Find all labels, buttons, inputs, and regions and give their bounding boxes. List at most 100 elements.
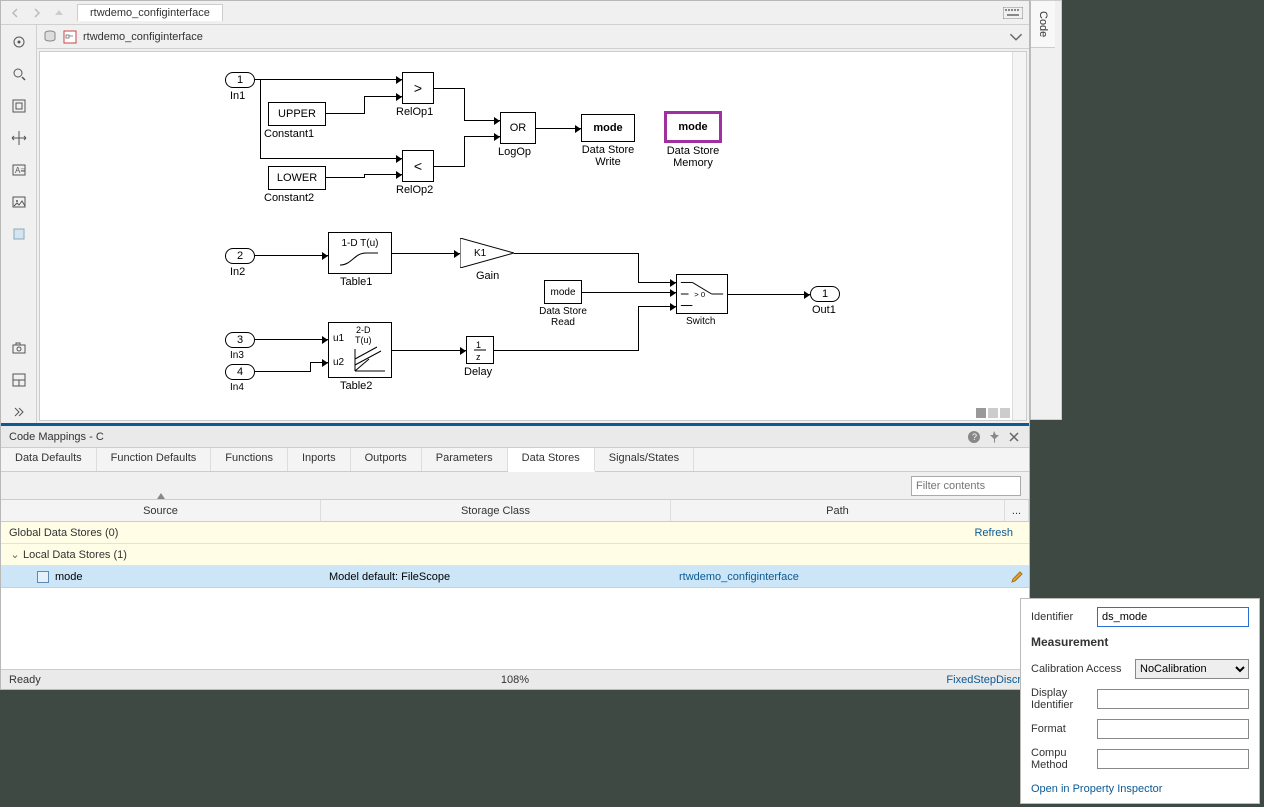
measurement-heading: Measurement xyxy=(1031,635,1249,649)
target-icon[interactable] xyxy=(8,31,30,53)
tab-functions[interactable]: Functions xyxy=(211,448,288,471)
top-toolbar: rtwdemo_configinterface xyxy=(1,1,1029,25)
fit-icon[interactable] xyxy=(8,95,30,117)
svg-text:> 0: > 0 xyxy=(694,290,705,299)
pin-icon[interactable] xyxy=(987,430,1001,444)
label-in2: In2 xyxy=(230,266,245,278)
tab-outports[interactable]: Outports xyxy=(351,448,422,471)
inport-in4[interactable]: 4 xyxy=(225,364,255,380)
table-row[interactable]: mode Model default: FileScope rtwdemo_co… xyxy=(1,566,1029,588)
open-property-inspector-link[interactable]: Open in Property Inspector xyxy=(1031,783,1162,795)
block-dsm[interactable]: mode xyxy=(664,111,722,143)
block-relop2[interactable]: < xyxy=(402,150,434,182)
inport-in2[interactable]: 2 xyxy=(225,248,255,264)
inport-in1[interactable]: 1 xyxy=(225,72,255,88)
block-logop[interactable]: OR xyxy=(500,112,536,144)
refresh-link[interactable]: Refresh xyxy=(974,527,1013,539)
global-data-stores-group[interactable]: Global Data Stores (0) Refresh xyxy=(1,522,1029,544)
status-zoom[interactable]: 108% xyxy=(501,674,529,686)
panel-icon[interactable] xyxy=(8,369,30,391)
row-edit[interactable] xyxy=(1005,570,1029,584)
th-storage-class[interactable]: Storage Class xyxy=(321,500,671,521)
label-constant2: Constant2 xyxy=(264,192,314,204)
svg-text:A≡: A≡ xyxy=(15,166,25,175)
row-path[interactable]: rtwdemo_configinterface xyxy=(671,571,1005,583)
chevron-down-icon[interactable]: ⌄ xyxy=(9,548,21,561)
display-id-label: Display Identifier xyxy=(1031,687,1089,711)
model-icon[interactable] xyxy=(63,30,77,44)
close-icon[interactable] xyxy=(1007,430,1021,444)
format-label: Format xyxy=(1031,723,1089,735)
table2-val: 2-D T(u) xyxy=(355,325,372,345)
cm-tabs: Data Defaults Function Defaults Function… xyxy=(1,448,1029,472)
block-table2[interactable]: u1 u2 2-D T(u) xyxy=(328,322,392,378)
database-icon[interactable] xyxy=(43,30,57,44)
code-side-tab[interactable]: Code xyxy=(1031,1,1055,48)
format-input[interactable] xyxy=(1097,719,1249,739)
block-constant1[interactable]: UPPER xyxy=(268,102,326,126)
label-table2: Table2 xyxy=(340,380,372,392)
label-switch: Switch xyxy=(686,316,715,327)
forward-button[interactable] xyxy=(27,3,47,23)
display-id-input[interactable] xyxy=(1097,689,1249,709)
block-switch[interactable]: > 0 xyxy=(676,274,728,314)
zoom-icon[interactable] xyxy=(8,63,30,85)
tab-signals-states[interactable]: Signals/States xyxy=(595,448,694,471)
diagram-canvas[interactable]: 1 In1 UPPER Constant1 LOWER Constant2 > … xyxy=(39,51,1027,421)
help-icon[interactable]: ? xyxy=(967,430,981,444)
status-solver[interactable]: FixedStepDiscr xyxy=(946,674,1021,686)
outport-out1[interactable]: 1 xyxy=(810,286,840,302)
local-group-label: Local Data Stores (1) xyxy=(23,549,127,561)
block-constant2[interactable]: LOWER xyxy=(268,166,326,190)
calibration-select[interactable]: NoCalibration xyxy=(1135,659,1249,679)
block-table1[interactable]: 1-D T(u) xyxy=(328,232,392,274)
tab-data-stores[interactable]: Data Stores xyxy=(508,448,595,472)
block-delay[interactable]: 1z xyxy=(466,336,494,364)
gain-val: K1 xyxy=(474,248,487,259)
panel-title: Code Mappings - C xyxy=(9,431,104,443)
block-dsr[interactable]: mode xyxy=(544,280,582,304)
table2-u2: u2 xyxy=(333,357,344,368)
tab-function-defaults[interactable]: Function Defaults xyxy=(97,448,212,471)
th-source[interactable]: Source xyxy=(1,500,321,521)
breadcrumb-text[interactable]: rtwdemo_configinterface xyxy=(83,31,1003,43)
compu-input[interactable] xyxy=(1097,749,1249,769)
block-dsw[interactable]: mode xyxy=(581,114,635,142)
back-button[interactable] xyxy=(5,3,25,23)
table1-val: 1-D T(u) xyxy=(341,238,378,249)
label-in3: In3 xyxy=(230,350,244,361)
panel-header: Code Mappings - C ? xyxy=(1,426,1029,448)
dropdown-icon[interactable] xyxy=(1009,30,1023,44)
inport-in3[interactable]: 3 xyxy=(225,332,255,348)
view-switcher[interactable] xyxy=(976,408,1010,418)
main-area: A≡ rtwdemo_configinterface 1 In1 UPPER xyxy=(1,25,1029,423)
tab-data-defaults[interactable]: Data Defaults xyxy=(1,448,97,471)
camera-icon[interactable] xyxy=(8,337,30,359)
th-path[interactable]: Path xyxy=(671,500,1005,521)
label-table1: Table1 xyxy=(340,276,372,288)
up-button[interactable] xyxy=(49,3,69,23)
global-group-label: Global Data Stores (0) xyxy=(9,527,118,539)
arrows-icon[interactable] xyxy=(8,127,30,149)
canvas-scrollbar[interactable] xyxy=(1012,52,1026,420)
filter-input[interactable] xyxy=(911,476,1021,496)
block-gain[interactable]: K1 xyxy=(460,238,514,268)
row-storage-class[interactable]: Model default: FileScope xyxy=(321,571,671,583)
keyboard-icon[interactable] xyxy=(1001,5,1025,21)
label-out1: Out1 xyxy=(812,304,836,316)
identifier-label: Identifier xyxy=(1031,611,1089,623)
local-data-stores-group[interactable]: ⌄ Local Data Stores (1) xyxy=(1,544,1029,566)
identifier-input[interactable] xyxy=(1097,607,1249,627)
tab-parameters[interactable]: Parameters xyxy=(422,448,508,471)
block-relop1[interactable]: > xyxy=(402,72,434,104)
collapse-icon[interactable] xyxy=(8,401,30,423)
annotation-icon[interactable]: A≡ xyxy=(8,159,30,181)
tab-inports[interactable]: Inports xyxy=(288,448,351,471)
compu-label: Compu Method xyxy=(1031,747,1089,771)
region-icon[interactable] xyxy=(8,223,30,245)
editor-tab[interactable]: rtwdemo_configinterface xyxy=(77,4,223,21)
svg-text:z: z xyxy=(476,352,481,362)
th-more[interactable]: ... xyxy=(1005,500,1029,521)
label-relop1: RelOp1 xyxy=(396,106,433,118)
image-icon[interactable] xyxy=(8,191,30,213)
